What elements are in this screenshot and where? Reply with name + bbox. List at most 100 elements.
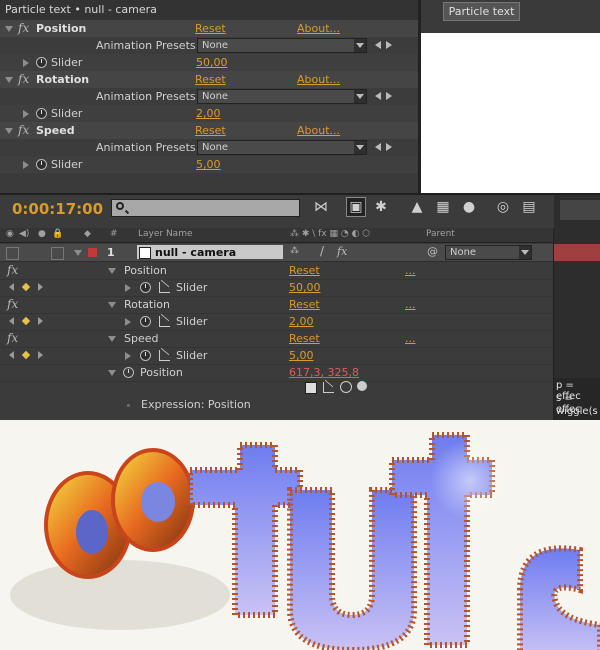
collapse-triangle-icon[interactable]: [108, 336, 116, 342]
motion-blur-icon[interactable]: ●: [460, 198, 478, 216]
label-icon[interactable]: ◆: [84, 229, 91, 239]
graph-icon[interactable]: [159, 316, 170, 327]
expand-triangle-icon[interactable]: [125, 352, 131, 360]
timeline-effect-position[interactable]: fx Position Reset ...: [0, 262, 553, 280]
fx-icon[interactable]: fx: [7, 297, 18, 311]
animation-presets-dropdown[interactable]: None: [197, 38, 367, 53]
effect-row-position[interactable]: fx Position Reset About...: [0, 20, 418, 38]
frame-blending-icon[interactable]: ▦: [434, 198, 452, 216]
parent-header[interactable]: Parent: [426, 229, 455, 239]
collapse-triangle-icon[interactable]: [5, 77, 13, 83]
number-icon[interactable]: #: [110, 229, 118, 239]
quality-switch-icon[interactable]: /: [320, 244, 324, 258]
about-link[interactable]: About...: [297, 22, 340, 35]
slider-value[interactable]: 2,00: [289, 315, 314, 328]
eye-icon[interactable]: ◉: [6, 229, 14, 239]
stopwatch-icon[interactable]: [140, 316, 151, 327]
timeline-slider-row[interactable]: Slider 50,00: [0, 279, 553, 297]
draft-3d-icon[interactable]: ✱: [372, 198, 390, 216]
fx-icon[interactable]: fx: [7, 263, 18, 277]
slider-value[interactable]: 50,00: [196, 56, 228, 69]
visibility-toggle[interactable]: [6, 247, 19, 260]
ellipsis-link[interactable]: ...: [405, 332, 416, 345]
current-time-display[interactable]: 0:00:17:00: [12, 200, 103, 218]
layer-name-header[interactable]: Layer Name: [138, 229, 193, 239]
brainstorm-icon[interactable]: ◎: [494, 198, 512, 216]
animation-presets-dropdown[interactable]: None: [197, 140, 367, 155]
reset-link[interactable]: Reset: [195, 124, 226, 137]
expand-triangle-icon[interactable]: [23, 110, 29, 118]
keyframe-icon[interactable]: [21, 282, 31, 292]
lock-icon[interactable]: 🔒: [52, 229, 63, 239]
collapse-triangle-icon[interactable]: [108, 268, 116, 274]
fx-icon[interactable]: fx: [7, 331, 18, 345]
collapse-triangle-icon[interactable]: [108, 370, 116, 376]
pick-whip-icon[interactable]: [340, 381, 352, 393]
expand-triangle-icon[interactable]: [23, 59, 29, 67]
shy-switch-icon[interactable]: ⁂: [290, 246, 299, 256]
panel-divider[interactable]: [418, 0, 421, 195]
reset-link[interactable]: Reset: [289, 264, 320, 277]
slider-value[interactable]: 50,00: [289, 281, 321, 294]
graph-icon[interactable]: [159, 350, 170, 361]
stopwatch-icon[interactable]: [36, 57, 47, 68]
next-keyframe-icon[interactable]: [38, 351, 43, 359]
ellipsis-link[interactable]: ...: [405, 264, 416, 277]
stopwatch-icon[interactable]: [36, 159, 47, 170]
tab-particle-text[interactable]: Particle text: [443, 2, 520, 21]
reset-link[interactable]: Reset: [195, 73, 226, 86]
timeline-slider-row[interactable]: Slider 5,00: [0, 347, 553, 365]
collapse-triangle-icon[interactable]: [74, 250, 82, 256]
previous-preset-icon[interactable]: [375, 143, 381, 151]
layer-search-input[interactable]: [111, 199, 300, 217]
expand-triangle-icon[interactable]: [23, 161, 29, 169]
expression-enable-icon[interactable]: [305, 382, 317, 394]
graph-icon[interactable]: [159, 282, 170, 293]
slider-value[interactable]: 2,00: [196, 107, 221, 120]
composition-mini-flowchart-icon[interactable]: ⋈: [312, 198, 330, 216]
ellipsis-link[interactable]: ...: [405, 298, 416, 311]
graph-editor-icon[interactable]: ▤: [520, 198, 538, 216]
live-update-icon[interactable]: ▣: [346, 197, 366, 217]
effect-row-speed[interactable]: fx Speed Reset About...: [0, 122, 418, 140]
reset-link[interactable]: Reset: [289, 332, 320, 345]
fx-icon[interactable]: fx: [18, 21, 29, 35]
audio-icon[interactable]: ◀): [19, 229, 29, 239]
previous-preset-icon[interactable]: [375, 41, 381, 49]
solo-icon[interactable]: ●: [38, 229, 46, 239]
stopwatch-icon[interactable]: [123, 367, 134, 378]
collapse-triangle-icon[interactable]: [108, 302, 116, 308]
hide-shy-layers-icon[interactable]: ▲: [408, 198, 426, 216]
reset-link[interactable]: Reset: [195, 22, 226, 35]
collapse-triangle-icon[interactable]: [5, 26, 13, 32]
timeline-effect-rotation[interactable]: fx Rotation Reset ...: [0, 296, 553, 314]
stopwatch-icon[interactable]: [36, 108, 47, 119]
expression-graph-icon[interactable]: [323, 382, 334, 393]
next-preset-icon[interactable]: [386, 92, 392, 100]
previous-keyframe-icon[interactable]: [9, 317, 14, 325]
animation-presets-dropdown[interactable]: None: [197, 89, 367, 104]
next-preset-icon[interactable]: [386, 41, 392, 49]
effect-row-rotation[interactable]: fx Rotation Reset About...: [0, 71, 418, 89]
label-color-swatch[interactable]: [88, 248, 97, 257]
previous-keyframe-icon[interactable]: [9, 283, 14, 291]
stopwatch-icon[interactable]: [140, 350, 151, 361]
fx-icon[interactable]: fx: [18, 72, 29, 86]
parent-dropdown[interactable]: None: [445, 245, 532, 260]
layer-row-null-camera[interactable]: 1 null - camera ⁂ / fx @ None: [0, 244, 553, 262]
panel-divider[interactable]: [0, 193, 600, 195]
timeline-slider-row[interactable]: Slider 2,00: [0, 313, 553, 331]
timeline-position-property[interactable]: Position 617,3, 325,8: [0, 364, 553, 382]
next-preset-icon[interactable]: [386, 143, 392, 151]
layer-duration-bar[interactable]: [554, 244, 600, 261]
expression-editor[interactable]: p = effec s = effec wiggle(s: [554, 378, 600, 420]
expression-language-menu-icon[interactable]: [357, 381, 367, 391]
effect-switch-icon[interactable]: fx: [337, 245, 347, 258]
reset-link[interactable]: Reset: [289, 298, 320, 311]
slider-value[interactable]: 5,00: [196, 158, 221, 171]
switches-icon[interactable]: ⁂ ✱ \ fx ▦ ◔ ◐ ⬡: [290, 229, 370, 239]
previous-preset-icon[interactable]: [375, 92, 381, 100]
timeline-effect-speed[interactable]: fx Speed Reset ...: [0, 330, 553, 348]
collapse-triangle-icon[interactable]: [5, 128, 13, 134]
next-keyframe-icon[interactable]: [38, 283, 43, 291]
